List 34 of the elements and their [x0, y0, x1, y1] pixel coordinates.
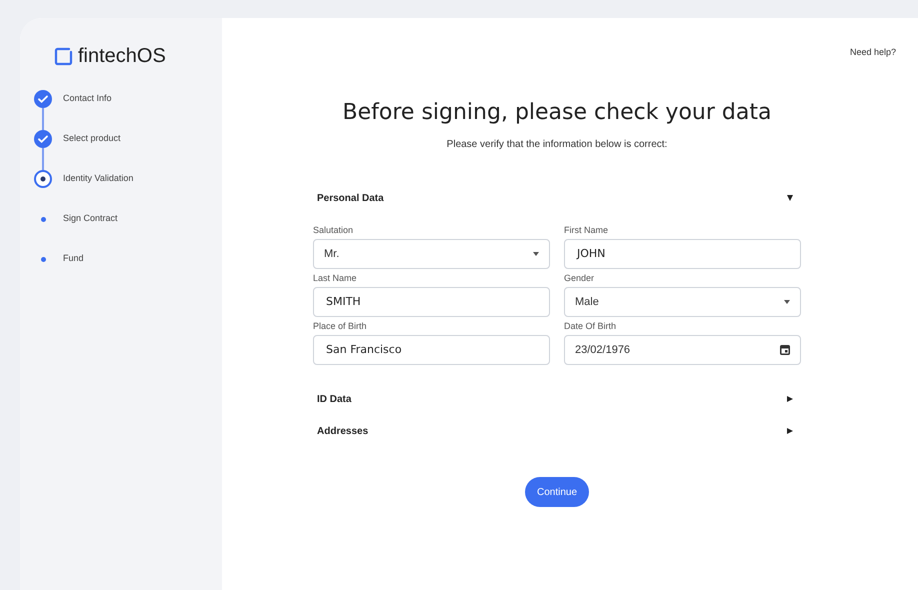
page-title: Before signing, please check your data	[342, 99, 772, 127]
step-connector	[42, 108, 44, 130]
select-field[interactable]: Mr.	[313, 239, 550, 269]
select-field[interactable]: Male	[564, 287, 801, 317]
input-field[interactable]: SMITH	[313, 287, 550, 317]
input-field[interactable]: San Francisco	[313, 335, 550, 365]
page-subtitle: Please verify that the information below is correct:	[446, 138, 668, 152]
step-label[interactable]: Fund	[63, 252, 84, 266]
input-field[interactable]: JOHN	[564, 239, 801, 269]
section-header[interactable]: ID Data	[313, 383, 801, 415]
field-label: Date Of Birth	[564, 320, 618, 332]
step-label[interactable]: Contact Info	[63, 92, 112, 106]
field-label: Last Name	[313, 272, 358, 284]
caret-icon	[784, 300, 790, 304]
step-label[interactable]: Sign Contract	[63, 212, 118, 226]
step-connector	[42, 148, 44, 170]
collapse-caret-icon	[787, 195, 793, 201]
step-label[interactable]: Identity Validation	[63, 172, 134, 186]
logo-icon	[54, 46, 73, 66]
caret-icon	[533, 252, 539, 256]
step-label[interactable]: Select product	[63, 132, 121, 146]
continue-button[interactable]: Continue	[524, 477, 590, 507]
field-label: First Name	[564, 224, 610, 236]
section-header[interactable]: Personal Data	[313, 182, 801, 214]
section-header[interactable]: Addresses	[313, 415, 801, 447]
logo-text: fintechOS	[78, 46, 166, 66]
expand-caret-icon	[787, 396, 793, 402]
date-field[interactable]: 23/02/1976	[564, 335, 801, 365]
calendar-icon	[780, 345, 790, 355]
field-label: Gender	[564, 272, 596, 284]
help-link[interactable]: Need help?	[850, 46, 896, 60]
field-label: Salutation	[313, 224, 354, 236]
expand-caret-icon	[787, 428, 793, 434]
field-label: Place of Birth	[313, 320, 368, 332]
